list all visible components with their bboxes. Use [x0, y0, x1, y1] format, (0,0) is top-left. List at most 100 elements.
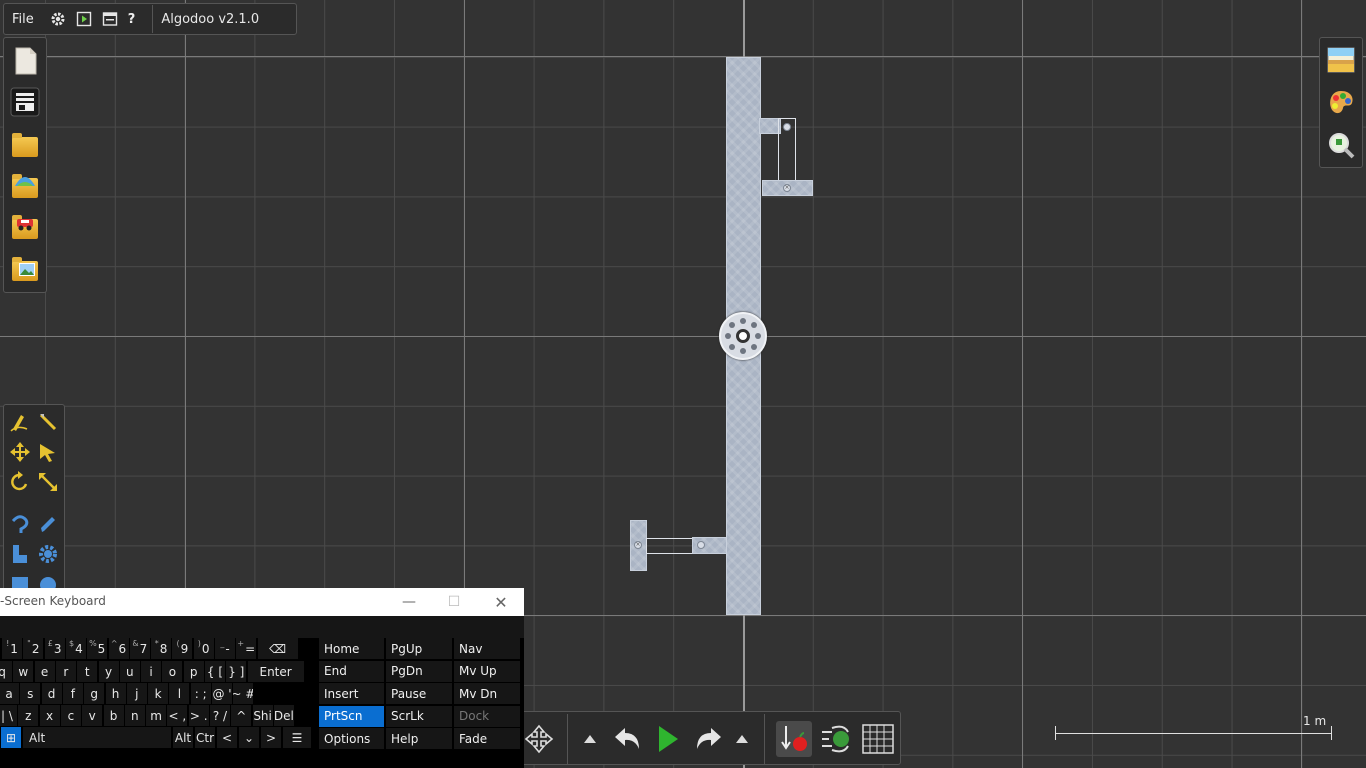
key-3-row2[interactable]: r	[55, 661, 76, 682]
window-icon[interactable]	[97, 3, 123, 35]
maximize-button[interactable]: ☐	[431, 588, 477, 616]
key-enter[interactable]: Enter	[247, 661, 304, 682]
key-2[interactable]: " 2	[23, 638, 44, 659]
hinge-pin[interactable]: ×	[783, 184, 791, 192]
key-end[interactable]: End	[319, 660, 384, 682]
pan-icon[interactable]	[521, 721, 557, 757]
key-5-row3[interactable]: h	[105, 683, 126, 704]
up-arrow-icon[interactable]	[732, 721, 752, 757]
zoom-view-icon[interactable]	[1327, 131, 1355, 159]
key-0-row3[interactable]: a	[0, 683, 19, 704]
key-3-row4[interactable]: c	[60, 705, 81, 726]
key-insert[interactable]: Insert	[319, 683, 384, 704]
rotate-tool-icon[interactable]	[8, 470, 32, 494]
key-altgr[interactable]: Alt	[173, 727, 193, 748]
key-5-row2[interactable]: y	[98, 661, 119, 682]
file-menu[interactable]: File	[4, 3, 39, 35]
key-ctrl[interactable]: Ctr	[195, 727, 215, 748]
key-8[interactable]: * 8	[151, 638, 172, 659]
key-options[interactable]: Options	[319, 728, 384, 749]
key-fade[interactable]: Fade	[454, 728, 520, 749]
hinge-pin[interactable]	[697, 541, 705, 549]
key-backspace[interactable]: ⌫	[257, 638, 298, 659]
grid-icon[interactable]	[860, 721, 896, 757]
background-icon[interactable]	[1327, 46, 1355, 74]
key-7[interactable]: & 7	[129, 638, 150, 659]
key-8-row4[interactable]: < ,	[167, 705, 188, 726]
hinge-tool-icon[interactable]	[8, 542, 32, 566]
color-palette-icon[interactable]	[1327, 89, 1355, 117]
key-0-row2[interactable]: q	[0, 661, 12, 682]
key-4[interactable]: $4	[65, 638, 86, 659]
key-1-row2[interactable]: w	[13, 661, 34, 682]
open-folder-icon[interactable]	[10, 131, 40, 161]
key-2-row2[interactable]: e	[34, 661, 55, 682]
key-6-row3[interactable]: j	[126, 683, 147, 704]
key-10-row3[interactable]: @ '	[212, 683, 232, 704]
key-4-row3[interactable]: g	[84, 683, 105, 704]
air-friction-icon[interactable]	[818, 721, 854, 757]
key-9-row4[interactable]: > .	[188, 705, 209, 726]
key-9-row2[interactable]: p	[183, 661, 204, 682]
close-button[interactable]: ✕	[478, 588, 524, 616]
scene-list-icon[interactable]	[10, 87, 40, 117]
key-scrlk[interactable]: ScrLk	[386, 705, 452, 727]
key-3-row3[interactable]: f	[62, 683, 83, 704]
play-scene-icon[interactable]	[71, 3, 97, 35]
key-13-row4[interactable]: Del	[273, 705, 294, 726]
cut-tool-icon[interactable]	[36, 410, 60, 434]
key-pgdn[interactable]: PgDn	[386, 660, 452, 682]
redo-icon[interactable]	[691, 721, 727, 757]
key-pgup[interactable]: PgUp	[386, 638, 452, 659]
drag-tool-icon[interactable]	[36, 440, 60, 464]
key-8-row2[interactable]: o	[162, 661, 183, 682]
key-1[interactable]: ! 1	[2, 638, 22, 659]
key-11-row4[interactable]: ^	[231, 705, 252, 726]
key-9-row3[interactable]: : ;	[190, 683, 211, 704]
gear-tool-icon[interactable]	[36, 542, 60, 566]
move-tool-icon[interactable]	[8, 440, 32, 464]
pen-tool-icon[interactable]	[36, 512, 60, 536]
key-12-row4[interactable]: Shi	[252, 705, 273, 726]
key-6-row4[interactable]: n	[124, 705, 145, 726]
key-2-row4[interactable]: x	[39, 705, 60, 726]
key-menu[interactable]: ☰	[283, 727, 311, 748]
axle-motor[interactable]	[719, 312, 767, 360]
key-10-row4[interactable]: ? /	[210, 705, 230, 726]
key-dock[interactable]: Dock	[454, 705, 520, 727]
key-11-row2[interactable]: } ]	[226, 661, 247, 682]
key-1-row3[interactable]: s	[20, 683, 41, 704]
key-4-row2[interactable]: t	[77, 661, 98, 682]
key-nav[interactable]: Nav	[454, 638, 520, 659]
key-7-row3[interactable]: k	[148, 683, 169, 704]
key-4-row4[interactable]: v	[82, 705, 103, 726]
key-1-row4[interactable]: z	[18, 705, 39, 726]
key-8-row3[interactable]: l	[169, 683, 190, 704]
key-right[interactable]: >	[261, 727, 281, 748]
key-5-row4[interactable]: b	[103, 705, 124, 726]
gravity-icon[interactable]	[776, 721, 812, 757]
hinge-pin[interactable]	[783, 123, 791, 131]
key--[interactable]: _ -	[215, 638, 235, 659]
key-10-row2[interactable]: { [	[205, 661, 225, 682]
key-prtscn[interactable]: PrtScn	[319, 705, 384, 727]
rope-tool-icon[interactable]	[8, 512, 32, 536]
key-mv-up[interactable]: Mv Up	[454, 660, 520, 682]
gear-icon[interactable]	[45, 3, 71, 35]
minimize-button[interactable]: —	[386, 588, 432, 616]
undo-icon[interactable]	[609, 721, 645, 757]
key-mv-dn[interactable]: Mv Dn	[454, 683, 520, 704]
sketch-tool-icon[interactable]	[8, 410, 32, 434]
key-11-row3[interactable]: ~ #	[233, 683, 254, 704]
key-3[interactable]: £3	[44, 638, 65, 659]
key-pause[interactable]: Pause	[386, 683, 452, 704]
scale-tool-icon[interactable]	[36, 470, 60, 494]
play-icon[interactable]	[650, 721, 686, 757]
osk-titlebar[interactable]: On-Screen Keyboard — ☐ ✕	[0, 588, 524, 616]
key-0-row4[interactable]: | \	[0, 705, 17, 726]
key-2-row3[interactable]: d	[41, 683, 62, 704]
help-icon[interactable]: ?	[123, 3, 141, 35]
key-5[interactable]: % 5	[87, 638, 108, 659]
key-left[interactable]: <	[217, 727, 237, 748]
key-7-row4[interactable]: m	[146, 705, 167, 726]
